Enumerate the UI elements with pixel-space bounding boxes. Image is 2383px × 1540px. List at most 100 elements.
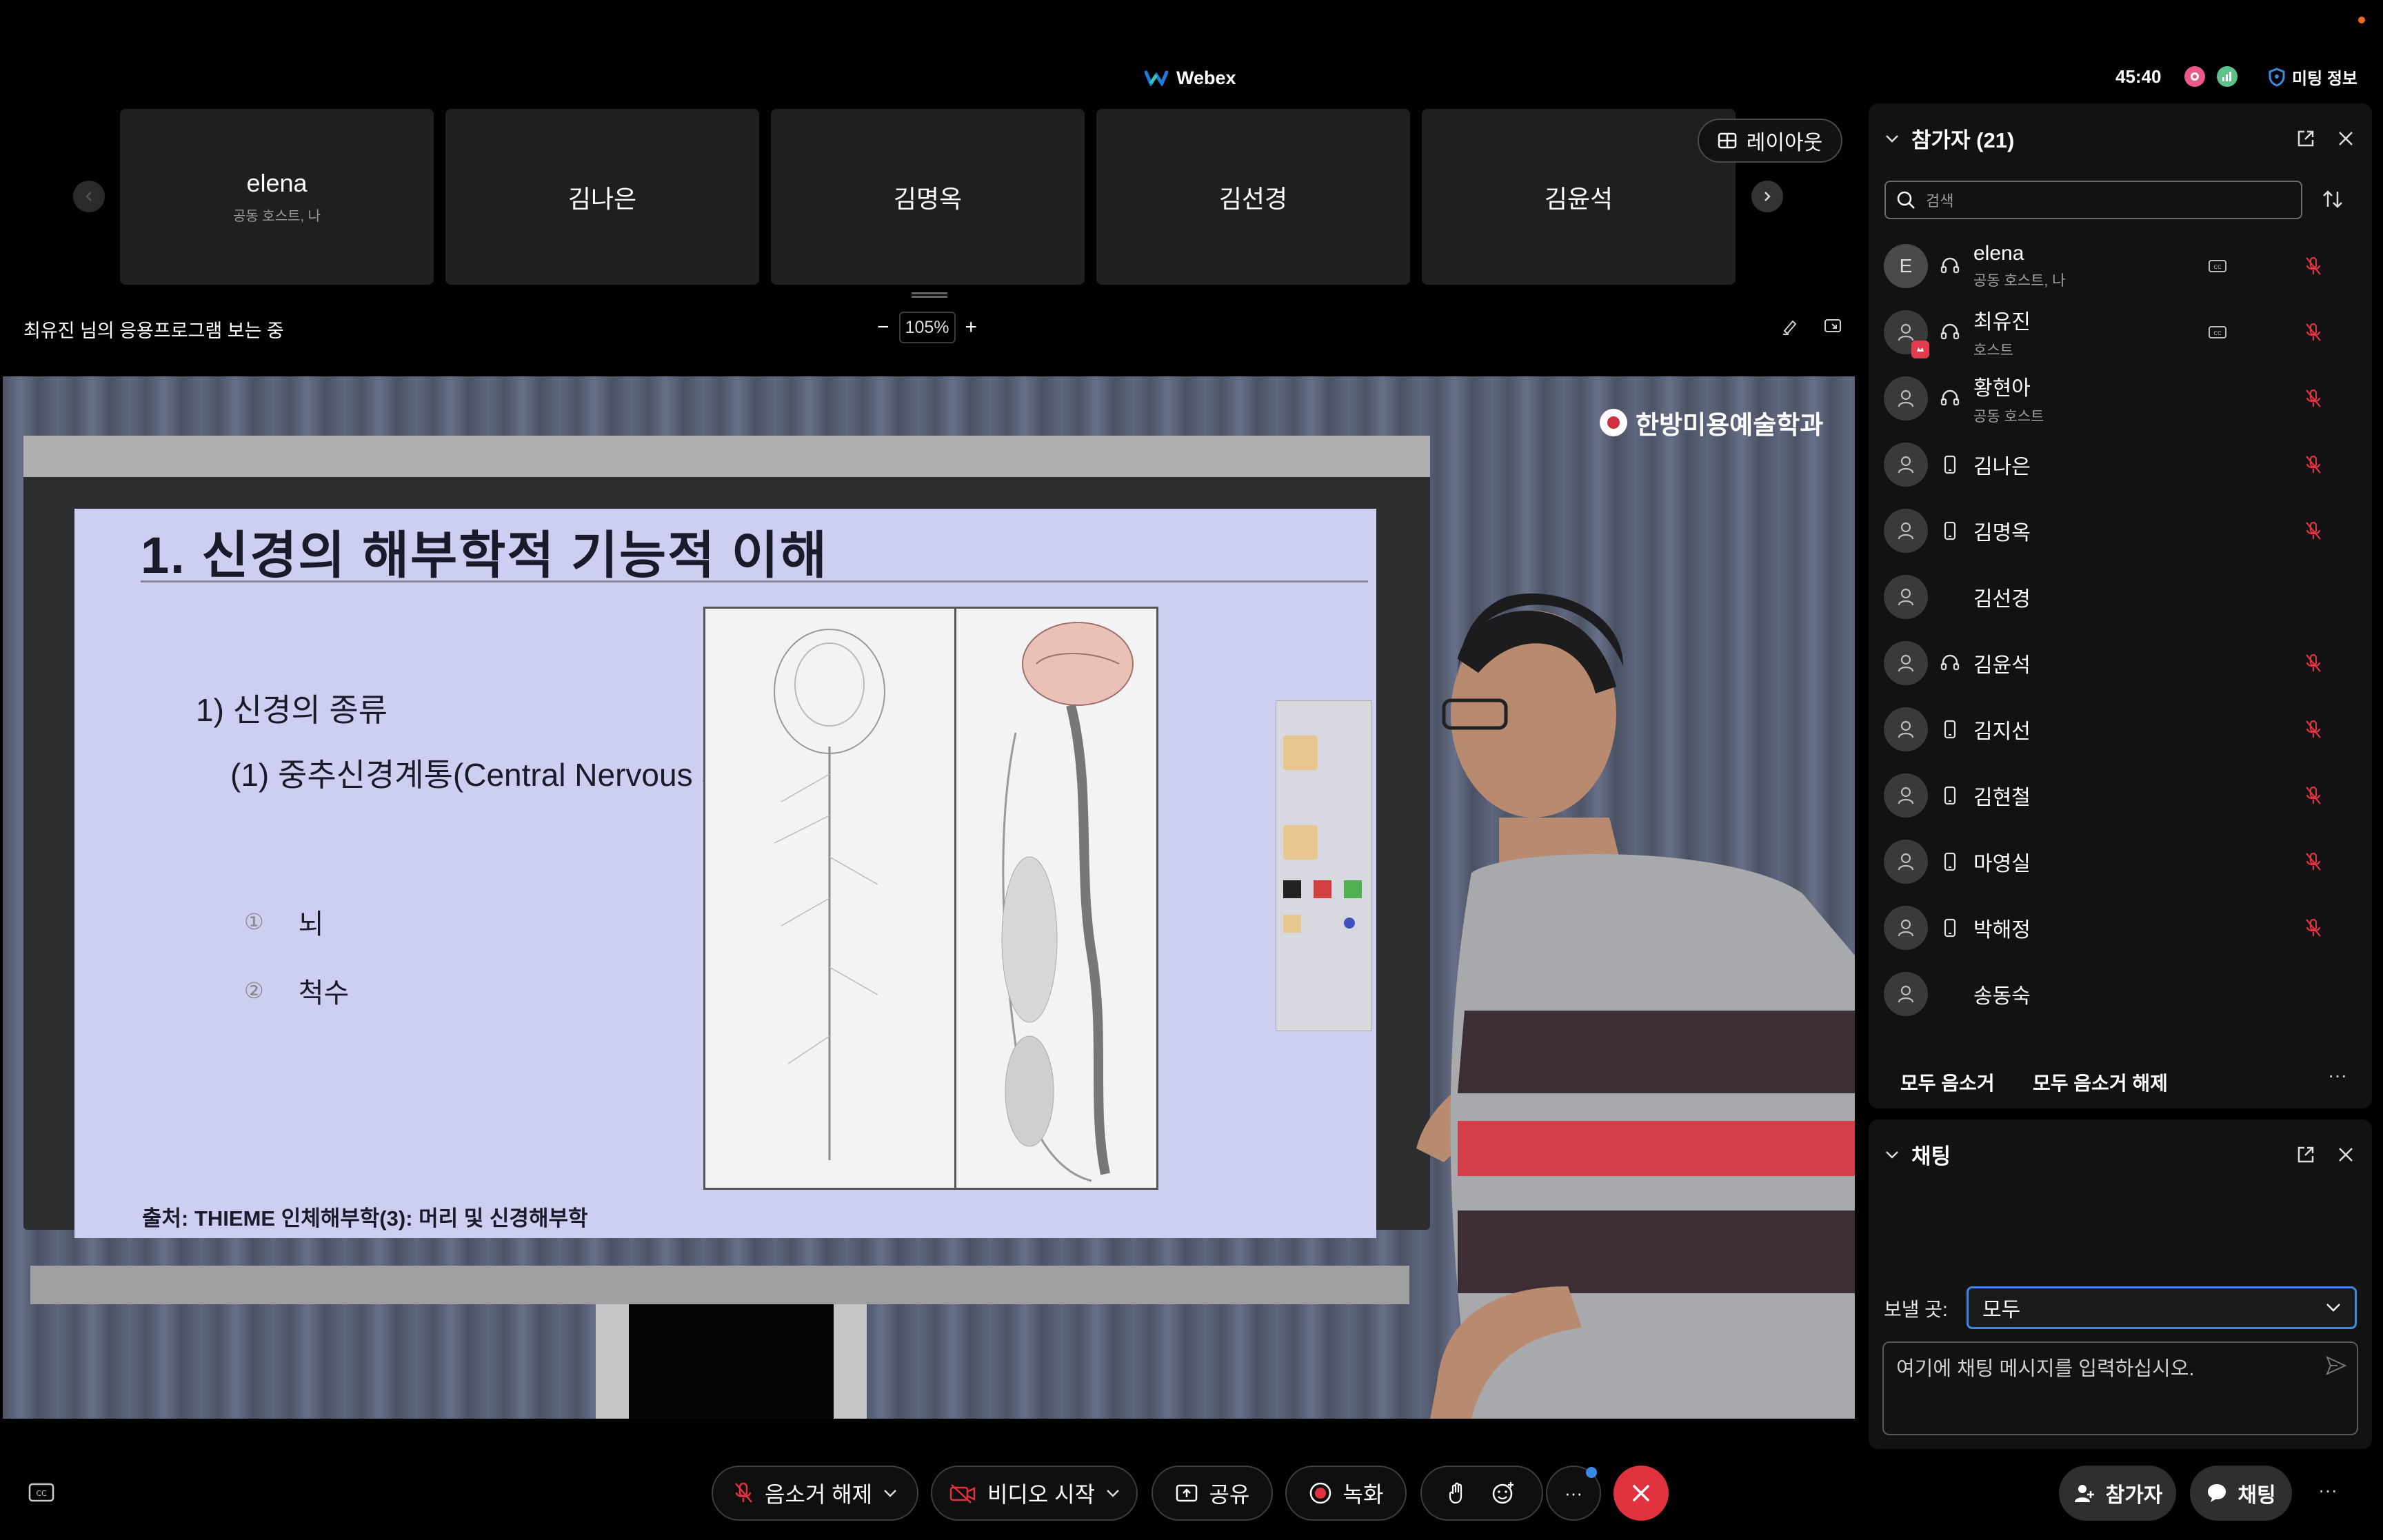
participant-name: 김명옥: [1973, 522, 2031, 545]
recording-status-icon[interactable]: [2184, 66, 2205, 87]
participant-row[interactable]: 최유진 호스트 CC: [1884, 301, 2366, 364]
popout-icon[interactable]: [2296, 129, 2315, 148]
network-health-icon[interactable]: [2217, 66, 2238, 87]
chevron-down-icon: [2326, 1304, 2340, 1312]
video-tile[interactable]: 김선경: [1096, 109, 1410, 285]
captions-button[interactable]: CC: [28, 1482, 55, 1506]
share-label: 공유: [1209, 1482, 1250, 1507]
popout-icon[interactable]: [2296, 1145, 2315, 1164]
raise-hand-icon[interactable]: [1448, 1481, 1466, 1505]
share-button[interactable]: 공유: [1152, 1466, 1273, 1521]
participant-info: 송동숙: [1973, 979, 2201, 1009]
person-icon: [1898, 985, 1914, 1003]
mute-status[interactable]: [2304, 322, 2322, 343]
participant-row[interactable]: 마영실: [1884, 830, 2366, 893]
headset-icon: [1940, 389, 1960, 406]
start-video-button[interactable]: 비디오 시작: [931, 1466, 1138, 1521]
device-indicator: [1936, 653, 1964, 673]
mute-status[interactable]: [2304, 520, 2322, 541]
tile-name: 김나은: [567, 184, 637, 213]
send-button[interactable]: [2325, 1355, 2347, 1376]
participant-name: 송동숙: [1973, 985, 2031, 1008]
device-indicator: [1936, 454, 1964, 475]
mute-status[interactable]: [2304, 256, 2322, 276]
record-button[interactable]: 녹화: [1285, 1466, 1407, 1521]
participants-more-button[interactable]: ···: [2328, 1064, 2347, 1086]
mute-status[interactable]: [2304, 388, 2322, 409]
phone-icon: [1944, 521, 1956, 540]
meeting-info-button[interactable]: 미팅 정보: [2269, 65, 2357, 89]
chat-message-input[interactable]: 여기에 채팅 메시지를 입력하십시오.: [1882, 1341, 2358, 1435]
mute-all-button[interactable]: 모두 음소거: [1900, 1068, 1995, 1096]
video-tile[interactable]: 김명옥: [771, 109, 1085, 285]
slide-bullet: ② 척수: [244, 971, 349, 1011]
mute-status[interactable]: [2304, 918, 2322, 938]
mute-status[interactable]: [2304, 454, 2322, 475]
unmute-button[interactable]: 음소거 해제: [712, 1466, 918, 1521]
annotate-button[interactable]: [1780, 316, 1801, 336]
chat-toggle-button[interactable]: 채팅: [2190, 1466, 2292, 1521]
participant-row[interactable]: Eelena 공동 호스트, 나 CC: [1884, 234, 2366, 298]
device-indicator: [1936, 256, 1964, 276]
participant-row[interactable]: 김명옥: [1884, 499, 2366, 563]
avatar: [1884, 707, 1928, 751]
resize-handle[interactable]: [912, 292, 947, 298]
close-icon[interactable]: [2337, 130, 2354, 147]
layout-button[interactable]: 레이아웃: [1698, 119, 1842, 163]
participants-toggle-label: 참가자: [2105, 1484, 2163, 1507]
participant-row[interactable]: 김지선: [1884, 698, 2366, 761]
avatar: [1884, 906, 1928, 950]
mute-status[interactable]: [2304, 719, 2322, 740]
chevron-down-icon[interactable]: [1885, 1150, 1899, 1159]
tile-name: 김명옥: [893, 184, 963, 213]
whiteboard-toolbar: [1276, 700, 1372, 1031]
tile-name: elena: [246, 169, 308, 197]
overflow-menu-button[interactable]: ···: [2318, 1479, 2337, 1501]
participants-title: 참가자 (21): [1911, 128, 2015, 152]
mute-status[interactable]: [2304, 785, 2322, 806]
shared-video[interactable]: 1. 신경의 해부학적 기능적 이해 1) 신경의 종류 (1) 중추신경계통(…: [3, 376, 1855, 1419]
zoom-level[interactable]: 105%: [898, 312, 956, 343]
slide-bullet: ① 뇌: [244, 902, 324, 942]
leave-meeting-button[interactable]: [1613, 1466, 1669, 1521]
add-reaction-icon[interactable]: [1491, 1481, 1516, 1506]
participant-row[interactable]: 김선경: [1884, 565, 2366, 629]
video-tile[interactable]: elena 공동 호스트, 나: [120, 109, 434, 285]
mute-status[interactable]: [2304, 653, 2322, 673]
strip-prev-button[interactable]: [73, 181, 105, 212]
chevron-down-icon[interactable]: [1885, 134, 1899, 143]
record-icon: [1309, 1482, 1331, 1504]
participant-info: 김나은: [1973, 449, 2201, 480]
chevron-down-icon[interactable]: [1106, 1488, 1120, 1498]
send-to-value: 모두: [1982, 1299, 2021, 1321]
participant-row[interactable]: 김윤석: [1884, 631, 2366, 695]
zoom-out-button[interactable]: −: [877, 316, 889, 339]
participant-row[interactable]: 박해정: [1884, 896, 2366, 960]
unmute-all-button[interactable]: 모두 음소거 해제: [2033, 1068, 2168, 1096]
participant-row[interactable]: 김현철: [1884, 764, 2366, 827]
participants-toggle-button[interactable]: 참가자: [2059, 1466, 2176, 1521]
send-to-select[interactable]: 모두: [1967, 1286, 2357, 1329]
search-icon: [1897, 191, 1915, 209]
close-icon[interactable]: [2337, 1146, 2354, 1163]
participant-row[interactable]: 황현아 공동 호스트: [1884, 367, 2366, 430]
participant-search-input[interactable]: 검색: [1884, 181, 2302, 219]
share-screen-icon: [1176, 1484, 1197, 1502]
popout-share-button[interactable]: [1823, 316, 1844, 336]
mic-muted-icon: [2306, 455, 2321, 474]
chevron-down-icon[interactable]: [883, 1488, 897, 1498]
floor-shadow: [629, 1304, 834, 1419]
video-tile[interactable]: 김나은: [445, 109, 759, 285]
avatar: [1884, 773, 1928, 818]
participant-name: 박해정: [1973, 919, 2031, 942]
strip-next-button[interactable]: [1751, 181, 1783, 212]
mute-status[interactable]: [2304, 851, 2322, 872]
video-tile[interactable]: 김윤석: [1422, 109, 1736, 285]
annotate-icon: [1783, 320, 1797, 335]
zoom-in-button[interactable]: +: [965, 316, 978, 339]
participant-row[interactable]: 김나은: [1884, 433, 2366, 496]
webex-logo-icon: [1145, 70, 1168, 86]
avatar: [1884, 575, 1928, 619]
sort-button[interactable]: [2321, 188, 2344, 211]
participant-row[interactable]: 송동숙: [1884, 962, 2366, 1026]
